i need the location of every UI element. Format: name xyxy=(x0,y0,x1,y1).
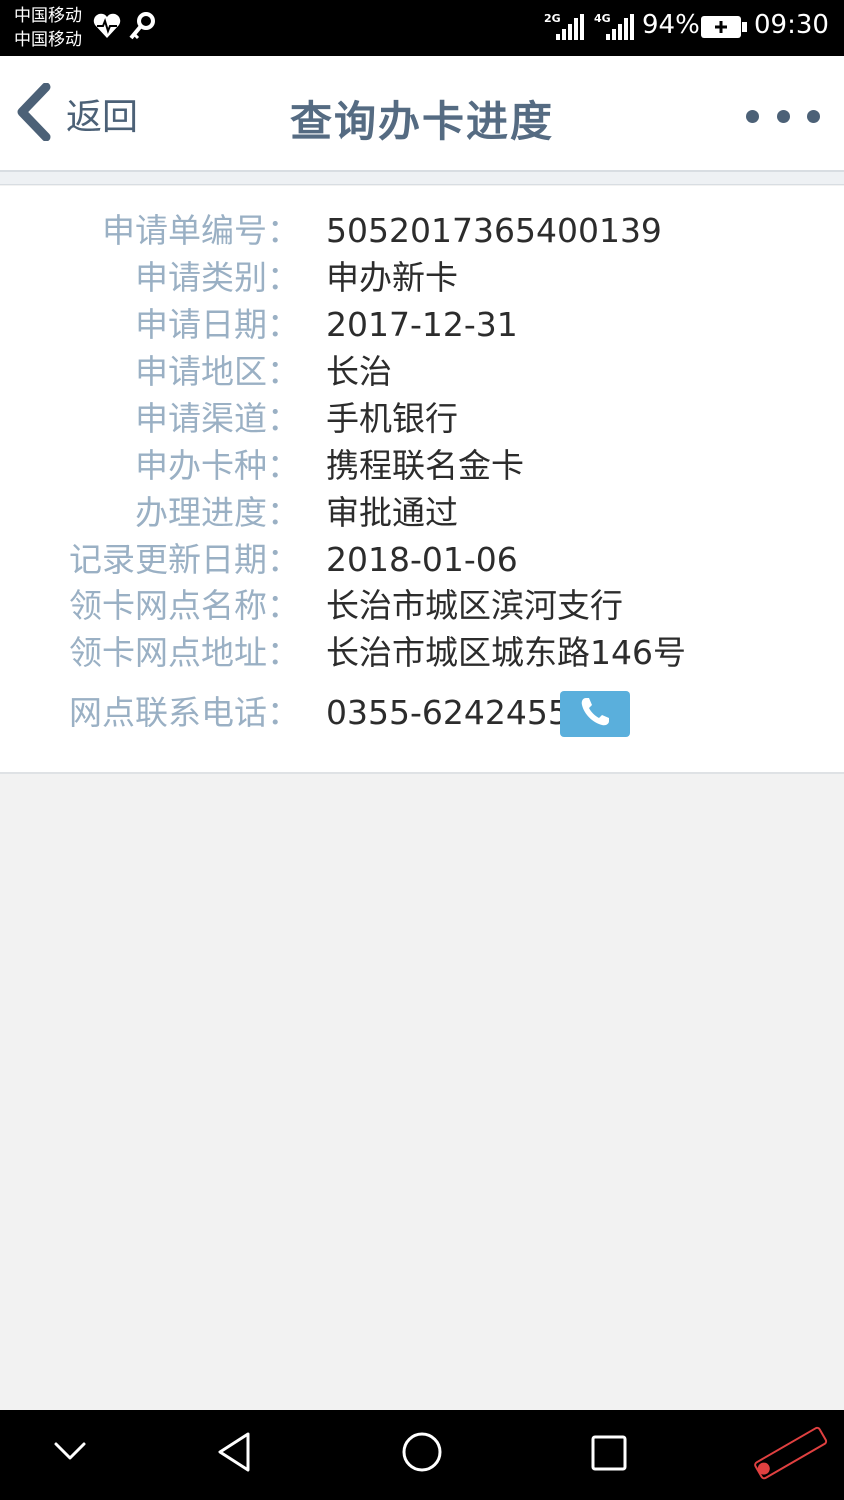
detail-row-region: 申请地区： 长治 xyxy=(0,348,844,396)
detail-value: 5052017365400139 xyxy=(326,211,662,250)
detail-value: 审批通过 xyxy=(326,493,458,532)
detail-label: 办理进度： xyxy=(135,493,300,532)
detail-row-branch-phone: 网点联系电话： 0355-6242455 xyxy=(0,689,844,737)
carrier-names: 中国移动 中国移动 xyxy=(14,4,82,52)
detail-label: 记录更新日期： xyxy=(69,540,300,579)
detail-row-application-type: 申请类别： 申办新卡 xyxy=(0,254,844,302)
triangle-back-icon[interactable] xyxy=(214,1430,254,1478)
detail-label: 申办卡种： xyxy=(135,446,300,485)
branch-phone-number: 0355-6242455 xyxy=(326,693,569,732)
more-dots-icon xyxy=(776,109,790,123)
signal-bars-icon xyxy=(556,14,584,40)
system-navigation-bar xyxy=(0,1410,844,1500)
more-dots-icon xyxy=(807,109,820,123)
detail-label: 领卡网点名称： xyxy=(69,586,300,625)
detail-value: 长治 xyxy=(326,352,392,391)
detail-row-branch-name: 领卡网点名称： 长治市城区滨河支行 xyxy=(0,582,844,630)
detail-row-channel: 申请渠道： 手机银行 xyxy=(0,395,844,443)
signal-bars-icon xyxy=(606,14,634,40)
detail-value: 长治市城区城东路146号 xyxy=(326,633,686,672)
battery-charging-icon xyxy=(700,15,748,43)
more-dots-icon xyxy=(746,109,759,123)
battery-percent: 94% xyxy=(642,10,700,40)
key-icon xyxy=(128,12,156,46)
circle-home-icon[interactable] xyxy=(400,1430,444,1478)
status-bar: 中国移动 中国移动 2G 4G 94% 09:30 xyxy=(0,0,844,56)
detail-label: 申请日期： xyxy=(135,305,300,344)
detail-label: 申请地区： xyxy=(135,352,300,391)
detail-value: 手机银行 xyxy=(326,399,458,438)
detail-row-update-date: 记录更新日期： 2018-01-06 xyxy=(0,536,844,584)
signal-4g: 4G xyxy=(594,12,638,42)
detail-value: 2017-12-31 xyxy=(326,305,518,344)
clock: 09:30 xyxy=(754,10,829,40)
page-title: 查询办卡进度 xyxy=(289,97,554,146)
square-recent-icon[interactable] xyxy=(590,1434,628,1476)
detail-row-application-date: 申请日期： 2017-12-31 xyxy=(0,301,844,349)
health-heart-icon xyxy=(92,12,122,44)
detail-row-branch-address: 领卡网点地址： 长治市城区城东路146号 xyxy=(0,629,844,677)
more-button[interactable] xyxy=(746,104,820,128)
detail-value: 携程联名金卡 xyxy=(326,446,524,485)
detail-value: 长治市城区滨河支行 xyxy=(326,586,623,625)
chevron-down-icon[interactable] xyxy=(52,1440,88,1466)
application-details: 申请单编号： 5052017365400139 申请类别： 申办新卡 申请日期：… xyxy=(0,186,844,774)
detail-label: 网点联系电话： xyxy=(69,693,300,732)
detail-row-application-number: 申请单编号： 5052017365400139 xyxy=(0,207,844,255)
detail-label: 领卡网点地址： xyxy=(69,633,300,672)
nav-bar: 返回 查询办卡进度 xyxy=(0,56,844,172)
detail-row-card-type: 申办卡种： 携程联名金卡 xyxy=(0,442,844,490)
section-divider xyxy=(0,172,844,185)
detail-label: 申请渠道： xyxy=(135,399,300,438)
detail-value: 2018-01-06 xyxy=(326,540,518,579)
call-button[interactable] xyxy=(560,691,630,737)
watermark-logo-icon xyxy=(740,1410,840,1490)
detail-value: 申办新卡 xyxy=(326,258,458,297)
detail-label: 申请单编号： xyxy=(102,211,300,250)
detail-label: 申请类别： xyxy=(135,258,300,297)
signal-2g: 2G xyxy=(544,12,588,42)
phone-icon xyxy=(578,695,612,733)
carrier-2: 中国移动 xyxy=(14,30,82,50)
detail-row-progress: 办理进度： 审批通过 xyxy=(0,489,844,537)
carrier-1: 中国移动 xyxy=(14,6,82,26)
